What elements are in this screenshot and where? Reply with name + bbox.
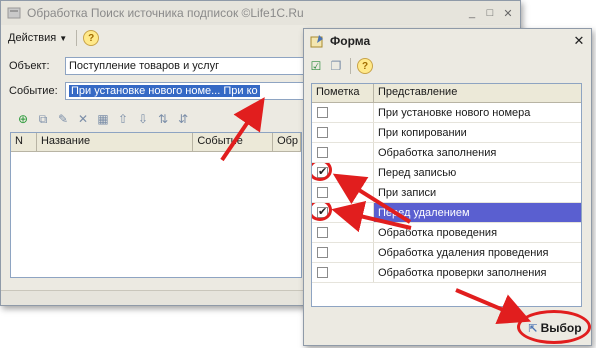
- sort-desc-icon[interactable]: ⇵: [175, 111, 191, 127]
- select-button[interactable]: ⇱ Выбор: [517, 310, 591, 344]
- table-row[interactable]: При записи: [312, 183, 581, 203]
- representation-cell: При копировании: [378, 126, 467, 139]
- mark-checkbox[interactable]: [317, 227, 328, 238]
- mark-checkbox[interactable]: [317, 147, 328, 158]
- col-n[interactable]: N: [11, 133, 37, 151]
- subscriptions-table[interactable]: N Название Событие Обр: [10, 132, 302, 278]
- delete-icon[interactable]: ✕: [75, 111, 91, 127]
- object-label: Объект:: [9, 60, 50, 72]
- table-row[interactable]: При копировании: [312, 123, 581, 143]
- table-toolbar: ⊕ ⧉ ✎ ✕ ▦ ⇧ ⇩ ⇅ ⇵: [11, 108, 195, 130]
- close-icon[interactable]: ✕: [573, 33, 585, 48]
- representation-cell: Обработка проверки заполнения: [378, 266, 547, 279]
- events-table[interactable]: Пометка Представление При установке ново…: [311, 83, 582, 307]
- sort-asc-icon[interactable]: ⇅: [155, 111, 171, 127]
- mark-cell: [312, 123, 374, 142]
- table-row[interactable]: Обработка заполнения: [312, 143, 581, 163]
- representation-cell: Обработка удаления проведения: [378, 246, 549, 259]
- add-icon[interactable]: ⊕: [15, 111, 31, 127]
- dropdown-arrow-icon: ▼: [59, 33, 68, 43]
- close-icon[interactable]: ✕: [502, 7, 514, 20]
- table-header: N Название Событие Обр: [11, 133, 301, 152]
- col-mark[interactable]: Пометка: [312, 84, 374, 102]
- representation-cell: Перед удалением: [378, 206, 470, 219]
- table-row[interactable]: Обработка проверки заполнения: [312, 263, 581, 283]
- table-row[interactable]: Обработка удаления проведения: [312, 243, 581, 263]
- representation-cell: При установке нового номера: [378, 106, 531, 119]
- table-row[interactable]: Обработка проведения: [312, 223, 581, 243]
- help-icon[interactable]: ?: [83, 30, 100, 46]
- toolbar-separator: [76, 30, 78, 46]
- help-icon[interactable]: ?: [357, 58, 373, 74]
- mark-cell: [312, 183, 374, 202]
- form-window: Форма ✕ ☑ ❐ ? Пометка Представление При …: [303, 28, 592, 346]
- representation-cell: При записи: [378, 186, 437, 199]
- table-row[interactable]: Перед записью: [312, 163, 581, 183]
- maximize-icon[interactable]: □: [484, 7, 496, 19]
- mark-cell: [312, 143, 374, 162]
- mark-checkbox[interactable]: [317, 187, 328, 198]
- event-field-text: При установке нового номе... При ко: [69, 85, 260, 97]
- representation-cell: Обработка заполнения: [378, 146, 497, 159]
- form-title: Форма: [330, 34, 371, 48]
- highlight-circle: [312, 163, 332, 181]
- highlight-circle: [517, 310, 591, 344]
- uncheck-all-icon[interactable]: ❐: [328, 58, 344, 74]
- form-titlebar: Форма ✕: [304, 29, 591, 53]
- check-all-icon[interactable]: ☑: [308, 58, 324, 74]
- actions-menu-label: Действия: [8, 32, 57, 44]
- col-event[interactable]: Событие: [193, 133, 274, 151]
- copy-icon[interactable]: ⧉: [35, 111, 51, 127]
- minimize-icon[interactable]: _: [466, 7, 478, 19]
- mark-cell: [312, 163, 374, 182]
- events-table-header: Пометка Представление: [312, 84, 581, 103]
- representation-cell: Перед записью: [378, 166, 457, 179]
- mark-checkbox[interactable]: [317, 267, 328, 278]
- table-row[interactable]: При установке нового номера: [312, 103, 581, 123]
- representation-cell: Обработка проведения: [378, 226, 498, 239]
- col-name[interactable]: Название: [37, 133, 194, 151]
- table-row[interactable]: Перед удалением: [312, 203, 581, 223]
- form-icon: [310, 35, 323, 48]
- event-label: Событие:: [9, 85, 58, 97]
- col-processing[interactable]: Обр: [273, 133, 301, 151]
- mark-checkbox[interactable]: [317, 107, 328, 118]
- mark-cell: [312, 243, 374, 262]
- mark-cell: [312, 263, 374, 282]
- highlight-circle: [312, 203, 332, 221]
- move-down-icon[interactable]: ⇩: [135, 111, 151, 127]
- save-icon[interactable]: ▦: [95, 111, 111, 127]
- col-representation[interactable]: Представление: [374, 84, 581, 102]
- mark-cell: [312, 103, 374, 122]
- processing-window-titlebar: Обработка Поиск источника подписок ©Life…: [1, 1, 520, 25]
- move-up-icon[interactable]: ⇧: [115, 111, 131, 127]
- toolbar-separator: [350, 58, 351, 74]
- mark-checkbox[interactable]: [317, 127, 328, 138]
- events-rows: При установке нового номера При копирован…: [312, 103, 581, 283]
- mark-cell: [312, 203, 374, 222]
- window-title: Обработка Поиск источника подписок ©Life…: [27, 6, 304, 20]
- mark-cell: [312, 223, 374, 242]
- edit-icon[interactable]: ✎: [55, 111, 71, 127]
- mark-checkbox[interactable]: [317, 247, 328, 258]
- form-toolbar: ☑ ❐ ?: [304, 55, 591, 77]
- actions-menu[interactable]: Действия ▼: [5, 29, 70, 47]
- processing-icon: [7, 7, 21, 19]
